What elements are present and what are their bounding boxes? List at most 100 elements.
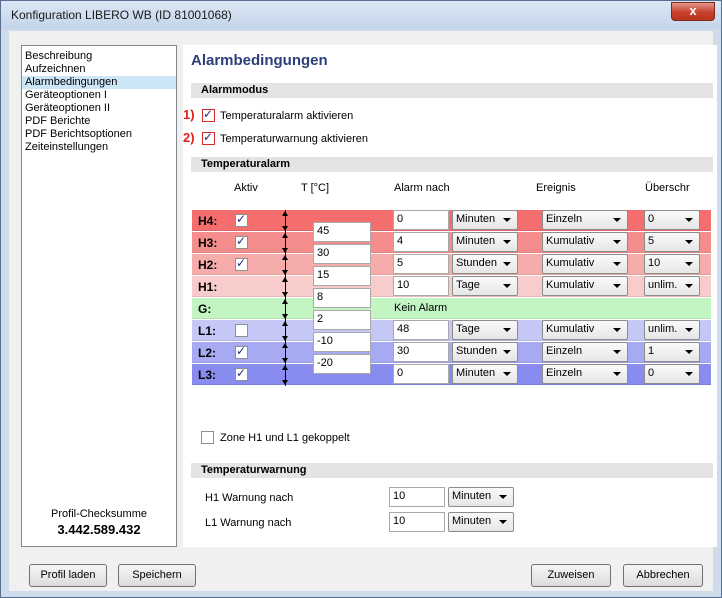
zone-name: H4: xyxy=(198,214,218,228)
check-icon: ✓ xyxy=(236,366,247,380)
main-content: Alarmbedingungen Alarmmodus 1) ✓ Tempera… xyxy=(183,45,717,547)
alarm-unit-select[interactable]: Minuten xyxy=(452,232,518,252)
chevron-down-icon xyxy=(503,372,511,376)
warnung-h1-input[interactable]: 10 xyxy=(389,487,445,507)
speichern-button[interactable]: Speichern xyxy=(118,564,196,587)
check-icon: ✓ xyxy=(236,212,247,226)
ueberschr-select[interactable]: 0 xyxy=(644,210,700,230)
zone-name: H1: xyxy=(198,280,218,294)
sidebar-item-beschreibung[interactable]: Beschreibung xyxy=(22,50,176,63)
check-icon: ✓ xyxy=(236,344,247,358)
warnung-l1-input[interactable]: 10 xyxy=(389,512,445,532)
check-icon: ✓ xyxy=(203,107,214,121)
zone-active-checkbox[interactable]: ✓ xyxy=(235,256,248,271)
chevron-down-icon xyxy=(685,350,693,354)
ueberschr-select[interactable]: unlim. xyxy=(644,276,700,296)
zuweisen-button[interactable]: Zuweisen xyxy=(531,564,611,587)
chevron-down-icon xyxy=(613,372,621,376)
zone-active-checkbox[interactable]: ✓ xyxy=(235,366,248,381)
checksum-label: Profil-Checksumme xyxy=(51,508,147,520)
alarm-value-input[interactable]: 30 xyxy=(393,342,449,362)
sidebar-item-aufzeichnen[interactable]: Aufzeichnen xyxy=(22,63,176,76)
zone-name: L2: xyxy=(198,346,216,360)
sidebar-item-pdf-berichtsoptionen[interactable]: PDF Berichtsoptionen xyxy=(22,128,176,141)
zone-active-checkbox[interactable]: ✓ xyxy=(235,212,248,227)
zone-row: L1: 48 Tage Kumulativ unlim. xyxy=(192,320,711,341)
warnung-l1-unit-select[interactable]: Minuten xyxy=(448,512,514,532)
coupled-checkbox[interactable] xyxy=(201,431,214,444)
ereignis-select[interactable]: Einzeln xyxy=(542,210,628,230)
zone-active-checkbox[interactable]: ✓ xyxy=(235,234,248,249)
zone-active-checkbox[interactable]: ✓ xyxy=(235,344,248,359)
ueberschr-select[interactable]: 1 xyxy=(644,342,700,362)
alarm-unit-select[interactable]: Tage xyxy=(452,320,518,340)
chevron-down-icon xyxy=(613,240,621,244)
threshold-input[interactable]: 45 xyxy=(313,222,371,242)
dialog-client: Beschreibung Aufzeichnen Alarmbedingunge… xyxy=(9,31,717,591)
temperaturalarm-label: Temperaturalarm aktivieren xyxy=(220,110,354,122)
threshold-input[interactable]: -10 xyxy=(313,332,371,352)
close-button[interactable]: x xyxy=(671,2,715,21)
checksum-value: 3.442.589.432 xyxy=(57,522,141,537)
check-icon: ✓ xyxy=(203,130,214,144)
ueberschr-select[interactable]: 10 xyxy=(644,254,700,274)
ereignis-select[interactable]: Einzeln xyxy=(542,342,628,362)
ereignis-select[interactable]: Einzeln xyxy=(542,364,628,384)
alarm-unit-select[interactable]: Minuten xyxy=(452,364,518,384)
threshold-input[interactable]: 15 xyxy=(313,266,371,286)
threshold-input[interactable]: 30 xyxy=(313,244,371,264)
ueberschr-select[interactable]: 0 xyxy=(644,364,700,384)
arrow-down-icon xyxy=(282,314,288,319)
zone-row: H1: 10 Tage Kumulativ unlim. xyxy=(192,276,711,297)
abbrechen-button[interactable]: Abbrechen xyxy=(623,564,703,587)
chevron-down-icon xyxy=(613,328,621,332)
sidebar-item-geraeteoptionen-2[interactable]: Geräteoptionen II xyxy=(22,102,176,115)
chevron-down-icon xyxy=(503,218,511,222)
ereignis-select[interactable]: Kumulativ xyxy=(542,320,628,340)
zone-name: L1: xyxy=(198,324,216,338)
zone-active-checkbox[interactable] xyxy=(235,324,248,337)
chevron-down-icon xyxy=(613,262,621,266)
sidebar-item-zeiteinstellungen[interactable]: Zeiteinstellungen xyxy=(22,141,176,154)
profil-laden-button[interactable]: Profil laden xyxy=(29,564,107,587)
alarm-value-input[interactable]: 10 xyxy=(393,276,449,296)
chevron-down-icon xyxy=(499,520,507,524)
chevron-down-icon xyxy=(503,350,511,354)
temperaturalarm-checkbox[interactable]: ✓ xyxy=(202,107,215,122)
arrow-down-icon xyxy=(282,336,288,341)
ereignis-select[interactable]: Kumulativ xyxy=(542,232,628,252)
sidebar-item-alarmbedingungen[interactable]: Alarmbedingungen xyxy=(22,76,176,89)
alarm-value-input[interactable]: 48 xyxy=(393,320,449,340)
chevron-down-icon xyxy=(503,328,511,332)
alarm-unit-select[interactable]: Minuten xyxy=(452,210,518,230)
sidebar-item-geraeteoptionen-1[interactable]: Geräteoptionen I xyxy=(22,89,176,102)
warnung-h1-unit-select[interactable]: Minuten xyxy=(448,487,514,507)
temperaturwarnung-checkbox[interactable]: ✓ xyxy=(202,130,215,145)
ueberschr-select[interactable]: unlim. xyxy=(644,320,700,340)
arrow-down-icon xyxy=(282,380,288,385)
threshold-input[interactable]: 8 xyxy=(313,288,371,308)
sidebar-item-pdf-berichte[interactable]: PDF Berichte xyxy=(22,115,176,128)
alarm-value-input[interactable]: 4 xyxy=(393,232,449,252)
zone-row: H4: ✓ 0 Minuten Einzeln 0 xyxy=(192,210,711,231)
alarm-unit-select[interactable]: Stunden xyxy=(452,254,518,274)
alarm-unit-select[interactable]: Tage xyxy=(452,276,518,296)
zone-name: G: xyxy=(198,302,212,316)
col-header-temp: T [°C] xyxy=(301,182,330,194)
alarm-value-input[interactable]: 0 xyxy=(393,364,449,384)
ueberschr-select[interactable]: 5 xyxy=(644,232,700,252)
threshold-input[interactable]: -20 xyxy=(313,354,371,374)
alarm-value-input[interactable]: 0 xyxy=(393,210,449,230)
chevron-down-icon xyxy=(503,262,511,266)
chevron-down-icon xyxy=(503,284,511,288)
section-header-alarmmodus: Alarmmodus xyxy=(191,83,713,98)
alarm-unit-select[interactable]: Stunden xyxy=(452,342,518,362)
arrow-down-icon xyxy=(282,226,288,231)
ereignis-select[interactable]: Kumulativ xyxy=(542,254,628,274)
alarm-value-input[interactable]: 5 xyxy=(393,254,449,274)
threshold-input[interactable]: 2 xyxy=(313,310,371,330)
zone-name: H2: xyxy=(198,258,218,272)
arrow-down-icon xyxy=(282,358,288,363)
arrow-down-icon xyxy=(282,248,288,253)
ereignis-select[interactable]: Kumulativ xyxy=(542,276,628,296)
